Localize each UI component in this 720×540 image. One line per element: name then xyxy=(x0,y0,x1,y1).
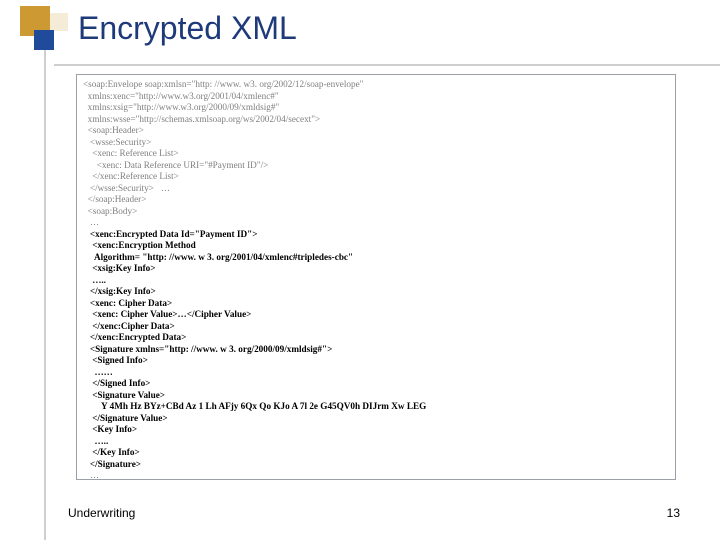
code-line: Algorithm= "http: //www. w 3. org/2001/0… xyxy=(83,252,669,264)
code-line: </xenc:Reference List> xyxy=(83,171,669,183)
code-line: <soap:Header> xyxy=(83,125,669,137)
accent-square-cream xyxy=(50,13,68,31)
slide-title: Encrypted XML xyxy=(78,10,297,47)
code-line: <Signature xmlns="http: //www. w 3. org/… xyxy=(83,344,669,356)
code-line: </Signature Value> xyxy=(83,413,669,425)
slide: Encrypted XML <soap:Envelope soap:xmlsn=… xyxy=(0,0,720,540)
code-line: Y 4Mh Hz BYz+CBd Az 1 Lh AFjy 6Qx Qo KJo… xyxy=(83,401,669,413)
code-line: <Signed Info> xyxy=(83,355,669,367)
code-line: </xenc:Cipher Data> xyxy=(83,321,669,333)
footer-left: Underwriting xyxy=(68,506,135,520)
code-line: <xenc: Data Reference URI="#Payment ID"/… xyxy=(83,160,669,172)
code-line: xmlns:wsse="http://schemas.xmlsoap.org/w… xyxy=(83,114,669,126)
code-line: <soap:Envelope soap:xmlsn="http: //www. … xyxy=(83,79,669,91)
code-line: <xenc:Encrypted Data Id="Payment ID"> xyxy=(83,229,669,241)
code-box: <soap:Envelope soap:xmlsn="http: //www. … xyxy=(76,74,676,480)
code-line: </xenc:Encrypted Data> xyxy=(83,332,669,344)
code-line: …… xyxy=(83,367,669,379)
code-line: <xsig:Key Info> xyxy=(83,263,669,275)
code-line: </Signed Info> xyxy=(83,378,669,390)
code-line: <soap:Body> xyxy=(83,206,669,218)
code-line: </wsse:Security> … xyxy=(83,183,669,195)
code-line: <xenc: Cipher Value>…</Cipher Value> xyxy=(83,309,669,321)
code-line: <Key Info> xyxy=(83,424,669,436)
code-line: <Signature Value> xyxy=(83,390,669,402)
page-number: 13 xyxy=(667,506,680,520)
code-line: … xyxy=(83,217,669,229)
code-line: </xsig:Key Info> xyxy=(83,286,669,298)
code-line: </Key Info> xyxy=(83,447,669,459)
code-line: </Signature> xyxy=(83,459,669,471)
code-line: xmlns:xsig="http://www.w3.org/2000/09/xm… xyxy=(83,102,669,114)
vertical-rule xyxy=(44,50,46,540)
code-line: ….. xyxy=(83,436,669,448)
code-line: <xenc: Cipher Data> xyxy=(83,298,669,310)
code-line: ….. xyxy=(83,275,669,287)
code-line: … xyxy=(83,470,669,480)
code-line: <xenc: Reference List> xyxy=(83,148,669,160)
accent-square-blue xyxy=(34,30,54,50)
code-line: <xenc:Encryption Method xyxy=(83,240,669,252)
code-line: </soap:Header> xyxy=(83,194,669,206)
code-line: xmlns:xenc="http://www.w3.org/2001/04/xm… xyxy=(83,91,669,103)
horizontal-rule xyxy=(54,64,720,66)
code-line: <wsse:Security> xyxy=(83,137,669,149)
